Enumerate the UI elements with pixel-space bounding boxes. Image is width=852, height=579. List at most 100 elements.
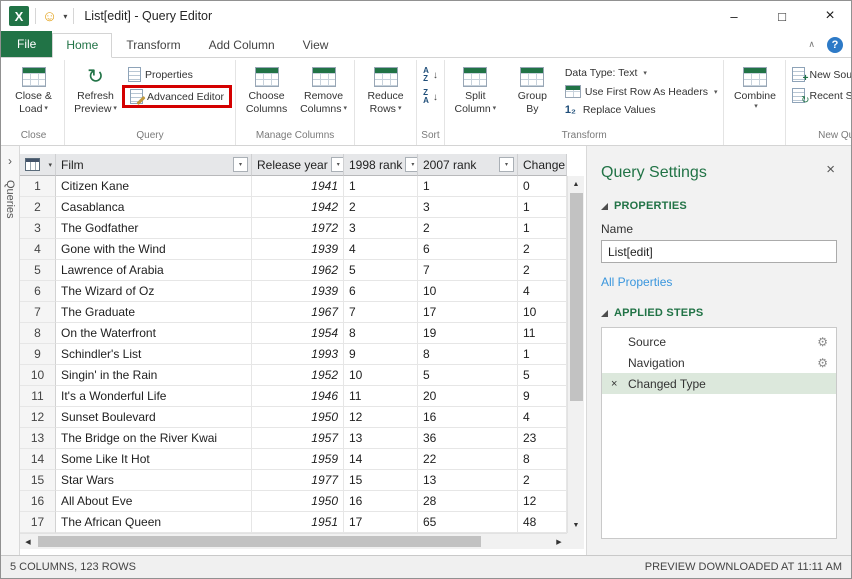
grid-cell[interactable]: 1967 [252, 302, 344, 323]
grid-cell[interactable]: 10 [418, 281, 518, 302]
grid-cell[interactable]: 8 [418, 344, 518, 365]
applied-steps-section-header[interactable]: APPLIED STEPS [601, 307, 837, 319]
row-number[interactable]: 4 [20, 239, 56, 260]
grid-cell[interactable]: 1 [344, 176, 418, 197]
tab-view[interactable]: View [289, 33, 343, 57]
grid-cell[interactable]: 3 [418, 197, 518, 218]
table-row[interactable]: 12Sunset Boulevard195012164 [20, 407, 567, 428]
grid-cell[interactable]: 1941 [252, 176, 344, 197]
remove-columns-button[interactable]: Remove Columns▾ [296, 62, 351, 117]
grid-cell[interactable]: 1993 [252, 344, 344, 365]
grid-cell[interactable]: 0 [518, 176, 567, 197]
row-number[interactable]: 13 [20, 428, 56, 449]
properties-button[interactable]: Properties [125, 66, 232, 83]
table-row[interactable]: 5Lawrence of Arabia1962572 [20, 260, 567, 281]
grid-cell[interactable]: 4 [518, 281, 567, 302]
filter-icon[interactable]: ▾ [233, 157, 248, 172]
grid-cell[interactable]: 1946 [252, 386, 344, 407]
grid-cell[interactable]: 11 [518, 323, 567, 344]
expand-queries-pane-icon[interactable]: › [8, 154, 12, 168]
table-row[interactable]: 13The Bridge on the River Kwai1957133623 [20, 428, 567, 449]
table-row[interactable]: 7The Graduate196771710 [20, 302, 567, 323]
close-and-load-button[interactable]: Close & Load▾ [6, 62, 61, 117]
column-header[interactable]: 1998 rank▾ [344, 154, 418, 176]
replace-values-button[interactable]: 1₂ Replace Values [562, 103, 721, 117]
grid-cell[interactable]: 7 [344, 302, 418, 323]
table-row[interactable]: 15Star Wars197715132 [20, 470, 567, 491]
collapse-ribbon-icon[interactable]: ∧ [808, 39, 815, 50]
grid-cell[interactable]: 10 [518, 302, 567, 323]
grid-cell[interactable]: 2 [344, 197, 418, 218]
grid-cell[interactable]: Casablanca [56, 197, 252, 218]
grid-cell[interactable]: 15 [344, 470, 418, 491]
table-row[interactable]: 4Gone with the Wind1939462 [20, 239, 567, 260]
column-header[interactable]: Change▾ [518, 154, 567, 176]
row-number[interactable]: 7 [20, 302, 56, 323]
sort-descending-button[interactable]: ZA ↓ [420, 88, 441, 106]
title-bar[interactable]: X ☺ ▾ List[edit] - Query Editor – □ × [1, 1, 851, 31]
grid-cell[interactable]: 2 [518, 470, 567, 491]
grid-cell[interactable]: On the Waterfront [56, 323, 252, 344]
grid-cell[interactable]: 6 [418, 239, 518, 260]
all-properties-link[interactable]: All Properties [601, 275, 837, 289]
table-row[interactable]: 6The Wizard of Oz19396104 [20, 281, 567, 302]
minimize-button[interactable]: – [713, 1, 755, 31]
grid-cell[interactable]: 13 [344, 428, 418, 449]
grid-cell[interactable]: 28 [418, 491, 518, 512]
grid-cell[interactable]: The Wizard of Oz [56, 281, 252, 302]
vertical-scroll-thumb[interactable] [570, 193, 583, 401]
filter-icon[interactable]: ▾ [331, 157, 344, 172]
grid-cell[interactable]: The Godfather [56, 218, 252, 239]
grid-cell[interactable]: 48 [518, 512, 567, 533]
column-header[interactable]: 2007 rank▾ [418, 154, 518, 176]
grid-cell[interactable]: 1950 [252, 491, 344, 512]
grid-cell[interactable]: 1939 [252, 239, 344, 260]
grid-cell[interactable]: 14 [344, 449, 418, 470]
grid-cell[interactable]: 8 [344, 323, 418, 344]
grid-cell[interactable]: 2 [518, 239, 567, 260]
grid-cell[interactable]: The Bridge on the River Kwai [56, 428, 252, 449]
row-number[interactable]: 11 [20, 386, 56, 407]
grid-cell[interactable]: 1 [518, 344, 567, 365]
grid-cell[interactable]: 36 [418, 428, 518, 449]
vertical-scrollbar[interactable]: ▲ ▼ [567, 176, 584, 533]
group-by-button[interactable]: Group By [505, 62, 560, 117]
filter-icon[interactable]: ▾ [405, 157, 418, 172]
grid-cell[interactable]: 16 [344, 491, 418, 512]
close-window-button[interactable]: × [809, 1, 851, 31]
query-name-input[interactable] [601, 240, 837, 263]
table-row[interactable]: 2Casablanca1942231 [20, 197, 567, 218]
grid-cell[interactable]: 1 [418, 176, 518, 197]
grid-cell[interactable]: 4 [518, 407, 567, 428]
reduce-rows-button[interactable]: Reduce Rows▾ [358, 62, 413, 117]
grid-cell[interactable]: 5 [344, 260, 418, 281]
scroll-right-arrow[interactable]: ▶ [551, 538, 567, 546]
delete-step-icon[interactable]: × [611, 378, 617, 390]
row-number[interactable]: 15 [20, 470, 56, 491]
grid-cell[interactable]: All About Eve [56, 491, 252, 512]
row-number[interactable]: 6 [20, 281, 56, 302]
grid-cell[interactable]: 1972 [252, 218, 344, 239]
advanced-editor-button[interactable]: Advanced Editor [127, 88, 227, 105]
grid-cell[interactable]: Gone with the Wind [56, 239, 252, 260]
row-number[interactable]: 17 [20, 512, 56, 533]
row-number[interactable]: 1 [20, 176, 56, 197]
grid-cell[interactable]: Some Like It Hot [56, 449, 252, 470]
close-pane-icon[interactable]: × [826, 162, 835, 177]
grid-cell[interactable]: The Graduate [56, 302, 252, 323]
row-number[interactable]: 8 [20, 323, 56, 344]
applied-step[interactable]: ×Changed Type [602, 373, 836, 394]
applied-step[interactable]: Navigation⚙ [602, 352, 836, 373]
column-header[interactable]: Film▾ [56, 154, 252, 176]
table-row[interactable]: 1Citizen Kane1941110 [20, 176, 567, 197]
grid-cell[interactable]: Sunset Boulevard [56, 407, 252, 428]
grid-cell[interactable]: 9 [518, 386, 567, 407]
grid-cell[interactable]: 23 [518, 428, 567, 449]
use-first-row-as-headers-button[interactable]: Use First Row As Headers ▾ [562, 84, 721, 99]
grid-cell[interactable]: 1954 [252, 323, 344, 344]
properties-section-header[interactable]: PROPERTIES [601, 200, 837, 212]
grid-cell[interactable]: 19 [418, 323, 518, 344]
horizontal-scrollbar[interactable]: ◀ ▶ [20, 533, 567, 549]
grid-cell[interactable]: 10 [344, 365, 418, 386]
grid-cell[interactable]: 3 [344, 218, 418, 239]
